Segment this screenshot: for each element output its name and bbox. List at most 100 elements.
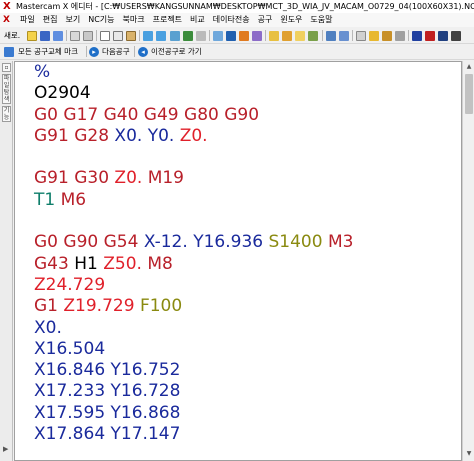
code-token: G0 G17 G40 G49 G80 G90 [34, 104, 260, 125]
menu-item[interactable]: 편집 [39, 13, 62, 27]
print-preview-icon[interactable] [83, 31, 93, 41]
project-files-icon[interactable] [295, 31, 305, 41]
renumber-icon[interactable] [395, 31, 405, 41]
code-line[interactable] [34, 211, 353, 232]
folder-compare-icon[interactable] [269, 31, 279, 41]
code-token: Z50. [103, 253, 142, 274]
scroll-up-arrow-icon[interactable]: ▲ [464, 62, 474, 72]
cut-icon[interactable] [100, 31, 110, 41]
code-token: X17.233 Y16.728 [34, 381, 181, 402]
menu-app-icon[interactable]: X [3, 13, 10, 27]
save-all-icon[interactable] [53, 31, 63, 41]
code-token: Y16.936 [193, 232, 264, 253]
panel-pin-icon[interactable]: ▫ [2, 63, 11, 72]
code-line[interactable]: T1 M6 [34, 190, 353, 211]
code-line[interactable]: Z24.729 [34, 275, 353, 296]
code-line[interactable]: G1 Z19.729 F100 [34, 296, 353, 317]
code-token: M8 [141, 253, 173, 274]
toolbar-separator [209, 30, 210, 41]
menu-item[interactable]: 비교 [186, 13, 209, 27]
menu-item[interactable]: 윈도우 [276, 13, 306, 27]
code-line[interactable]: X17.864 Y17.147 [34, 424, 353, 445]
code-token: Z19.729 [63, 296, 135, 317]
code-line[interactable]: X16.504 [34, 339, 353, 360]
open-folder-icon[interactable] [27, 31, 37, 41]
receive-icon[interactable] [369, 31, 379, 41]
next-tool-icon[interactable]: ▸ [89, 47, 99, 57]
code-line[interactable]: O2904 [34, 83, 353, 104]
menu-item[interactable]: NC기능 [84, 13, 118, 27]
code-token: G91 G30 [34, 168, 115, 189]
nc-code-text[interactable]: % O2904 G0 G17 G40 G49 G80 G90 G91 G28 X0. … [34, 62, 353, 445]
menu-item[interactable]: 파일 [16, 13, 39, 27]
code-line[interactable]: G91 G30 Z0. M19 [34, 168, 353, 189]
new-file-button[interactable]: 새로. [4, 27, 20, 44]
menu-item[interactable]: 도움말 [306, 13, 336, 27]
code-line[interactable]: X0. [34, 318, 353, 339]
redo-icon[interactable] [156, 31, 166, 41]
bookmark-icon[interactable] [213, 31, 223, 41]
scroll-down-arrow-icon[interactable]: ▼ [464, 449, 474, 459]
code-token: F100 [139, 296, 183, 317]
code-line[interactable]: G43 H1 Z50. M8 [34, 254, 353, 275]
code-token: X-12. [143, 232, 188, 253]
all-tool-change-marks-button[interactable]: 모든 공구교체 마크 [18, 44, 78, 60]
menu-item[interactable]: 보기 [61, 13, 84, 27]
nc-code-editor[interactable]: % O2904 G0 G17 G40 G49 G80 G90 G91 G28 X0. … [14, 61, 462, 461]
menu-item[interactable]: 공구 [254, 13, 277, 27]
print-icon[interactable] [70, 31, 80, 41]
side-tab-char: 탐 [3, 89, 10, 96]
send-icon[interactable] [356, 31, 366, 41]
prev-bookmark-icon[interactable] [239, 31, 249, 41]
clear-bookmarks-icon[interactable] [252, 31, 262, 41]
replace-icon[interactable] [183, 31, 193, 41]
code-line[interactable]: % [34, 62, 353, 83]
prev-tool-icon[interactable]: ◂ [138, 47, 148, 57]
save-icon[interactable] [40, 31, 50, 41]
step-icon[interactable] [438, 31, 448, 41]
file-explorer-tab[interactable]: 파 일 탐 색 [2, 74, 11, 104]
project-settings-icon[interactable] [308, 31, 318, 41]
code-token: Z0. [179, 125, 208, 146]
paste-icon[interactable] [126, 31, 136, 41]
transfer-settings-icon[interactable] [382, 31, 392, 41]
open-project-icon[interactable] [282, 31, 292, 41]
code-token: S1400 [268, 232, 323, 253]
vertical-scrollbar[interactable]: ▲ ▼ [462, 61, 474, 461]
side-tab-char: 파 [3, 75, 10, 82]
code-token: Z24.729 [34, 274, 106, 295]
menu-item[interactable]: 프로젝트 [149, 13, 186, 27]
side-tab-char: 일 [3, 82, 10, 89]
code-line[interactable] [34, 147, 353, 168]
code-line[interactable]: X16.846 Y16.752 [34, 360, 353, 381]
editor-window: X Mastercam X 에디터 - [C:₩USERS₩KANGSUNNAM… [0, 0, 474, 461]
play-icon[interactable] [451, 31, 461, 41]
backplot-icon[interactable] [412, 31, 422, 41]
compare-next-icon[interactable] [339, 31, 349, 41]
next-bookmark-icon[interactable] [226, 31, 236, 41]
function-tab[interactable]: 기 능 [2, 106, 11, 122]
code-token: T1 [34, 189, 56, 210]
code-token: % [34, 62, 51, 82]
scrollbar-thumb[interactable] [465, 74, 473, 114]
panel-expand-arrow-icon[interactable]: ▶ [3, 445, 8, 453]
code-token: G91 G28 [34, 125, 115, 146]
goto-line-icon[interactable] [196, 31, 206, 41]
find-icon[interactable] [170, 31, 180, 41]
undo-icon[interactable] [143, 31, 153, 41]
menu-item[interactable]: 데이타전송 [209, 13, 254, 27]
toolbar-separator [66, 30, 67, 41]
menu-items: 파일 편집 보기 NC기능 북마크 프로젝트 비교 데이타전송 공구 윈도우 도움말 [16, 13, 337, 27]
code-line[interactable]: X17.595 Y16.868 [34, 403, 353, 424]
code-line[interactable]: G0 G90 G54 X-12. Y16.936 S1400 M3 [34, 232, 353, 253]
next-tool-button[interactable]: 다음공구 [102, 44, 130, 60]
stop-icon[interactable] [425, 31, 435, 41]
code-line[interactable]: G91 G28 X0. Y0. Z0. [34, 126, 353, 147]
copy-icon[interactable] [113, 31, 123, 41]
code-line[interactable]: X17.233 Y16.728 [34, 381, 353, 402]
compare-icon[interactable] [326, 31, 336, 41]
tool-change-icon[interactable] [4, 47, 14, 57]
code-line[interactable]: G0 G17 G40 G49 G80 G90 [34, 105, 353, 126]
menu-item[interactable]: 북마크 [119, 13, 149, 27]
prev-tool-button[interactable]: 이전공구로 가기 [151, 44, 202, 60]
